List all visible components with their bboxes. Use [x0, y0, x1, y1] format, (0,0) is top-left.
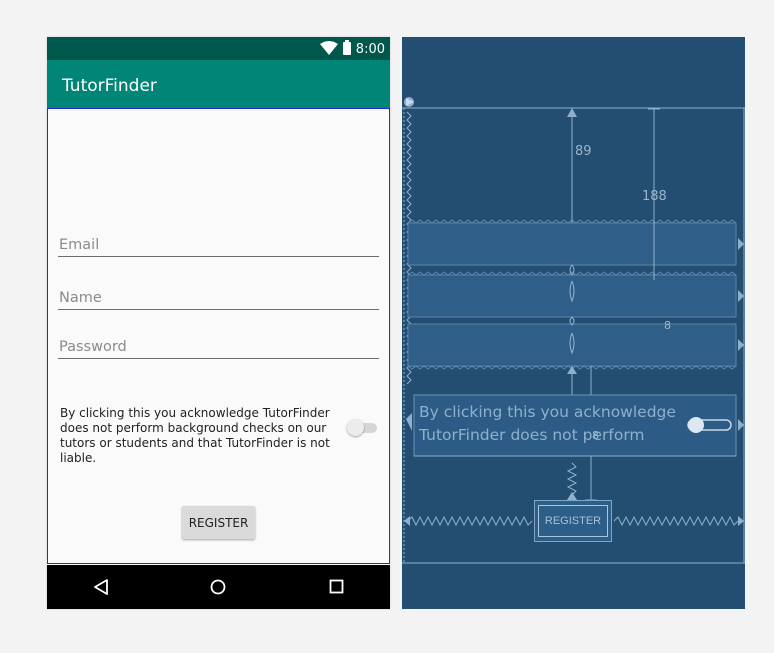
- navigation-bar: [47, 565, 390, 609]
- blueprint-register-button[interactable]: REGISTER: [534, 500, 612, 542]
- email-hint: Email: [59, 237, 100, 253]
- email-field[interactable]: Email: [58, 234, 379, 257]
- design-preview: 8:00 TutorFinder Email Name Password By …: [47, 37, 390, 609]
- name-field[interactable]: Name: [58, 287, 379, 310]
- acknowledge-switch[interactable]: [347, 419, 379, 437]
- password-field[interactable]: Password: [58, 336, 379, 359]
- password-hint: Password: [59, 339, 127, 355]
- back-triangle-icon[interactable]: [93, 579, 109, 595]
- dimension-label-small: 8: [664, 319, 671, 332]
- dimension-label-top: 89: [575, 144, 592, 159]
- blueprint-view[interactable]: 89 188 8 8 By clicking this you acknowle…: [402, 37, 745, 609]
- recents-square-icon[interactable]: [329, 579, 344, 594]
- blueprint-disclaimer-line2: TutorFinder does not perform: [419, 426, 645, 444]
- battery-icon: [343, 40, 351, 55]
- app-bar: TutorFinder: [47, 60, 390, 108]
- app-title: TutorFinder: [62, 76, 157, 96]
- register-button[interactable]: REGISTER: [182, 506, 255, 539]
- blueprint-disclaimer-line1: By clicking this you acknowledge: [419, 403, 676, 421]
- switch-thumb[interactable]: [347, 419, 364, 436]
- register-layout[interactable]: Email Name Password By clicking this you…: [47, 108, 390, 564]
- dimension-label-right: 188: [642, 189, 667, 204]
- home-circle-icon[interactable]: [210, 579, 226, 595]
- status-time: 8:00: [355, 42, 385, 57]
- name-hint: Name: [59, 290, 102, 306]
- status-bar: 8:00: [47, 37, 390, 60]
- wifi-icon: [320, 41, 338, 55]
- disclaimer-text: By clicking this you acknowledge TutorFi…: [60, 406, 330, 465]
- blueprint-register-label: REGISTER: [538, 505, 608, 537]
